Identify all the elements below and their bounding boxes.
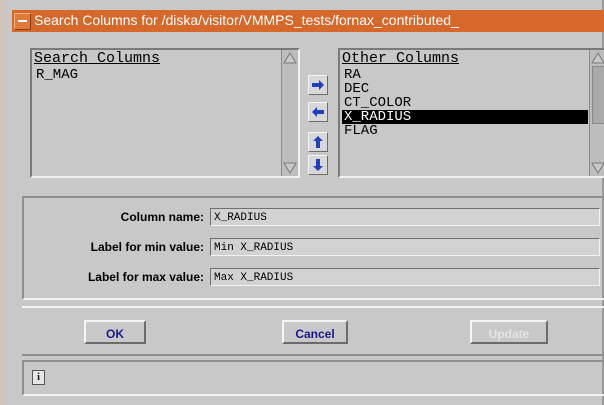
max-value-label: Label for max value: [87,270,204,284]
scroll-up-icon[interactable] [283,51,297,65]
cancel-button[interactable]: Cancel [282,320,348,344]
arrow-left-icon [312,107,324,117]
ok-button[interactable]: OK [84,320,146,344]
other-columns-scrollbar[interactable] [589,50,604,176]
search-columns-items: R_MAG [34,68,280,82]
search-columns-dialog: Search Columns for /diska/visitor/VMMPS_… [0,0,604,405]
scroll-down-icon[interactable] [283,161,297,175]
list-item[interactable]: CT_COLOR [342,96,588,110]
list-item[interactable]: FLAG [342,124,588,138]
arrow-down-icon [313,159,323,171]
column-lists-area: Search Columns R_MAG Other Columns RA DE… [22,40,604,188]
button-bar: OK Cancel Update [22,306,604,356]
list-item[interactable]: DEC [342,82,588,96]
scroll-down-icon[interactable] [591,161,604,175]
search-columns-list[interactable]: Search Columns R_MAG [30,48,300,178]
search-columns-scrollbar[interactable] [281,50,298,176]
other-columns-list[interactable]: Other Columns RA DEC CT_COLOR X_RADIUS F… [338,48,604,178]
column-name-label: Column name: [120,210,204,224]
list-item[interactable]: R_MAG [34,68,280,82]
move-down-button[interactable] [308,155,328,175]
update-button: Update [470,320,548,344]
min-value-label: Label for min value: [90,240,204,254]
search-columns-header: Search Columns [34,50,161,67]
move-up-button[interactable] [308,132,328,152]
title-bar[interactable]: Search Columns for /diska/visitor/VMMPS_… [12,10,604,32]
column-name-row: Column name: X_RADIUS [30,208,600,228]
max-value-field[interactable]: Max X_RADIUS [210,268,600,286]
scroll-up-icon[interactable] [591,51,604,65]
other-columns-items: RA DEC CT_COLOR X_RADIUS FLAG [342,68,588,138]
column-name-field[interactable]: X_RADIUS [210,208,600,226]
move-right-button[interactable] [308,75,328,95]
min-value-field[interactable]: Min X_RADIUS [210,238,600,256]
status-bar: i [22,360,604,396]
column-properties-form: Column name: X_RADIUS Label for min valu… [22,196,604,300]
info-icon[interactable]: i [32,370,45,385]
window-menu-button[interactable] [14,13,31,30]
move-left-button[interactable] [308,102,328,122]
arrow-up-icon [313,136,323,148]
arrow-right-icon [312,80,324,90]
min-label-row: Label for min value: Min X_RADIUS [30,238,600,258]
scrollbar-thumb[interactable] [592,66,604,124]
max-label-row: Label for max value: Max X_RADIUS [30,268,600,288]
list-item[interactable]: RA [342,68,588,82]
list-item-selected[interactable]: X_RADIUS [342,110,588,124]
other-columns-header: Other Columns [342,50,460,67]
window-title: Search Columns for /diska/visitor/VMMPS_… [34,12,459,28]
